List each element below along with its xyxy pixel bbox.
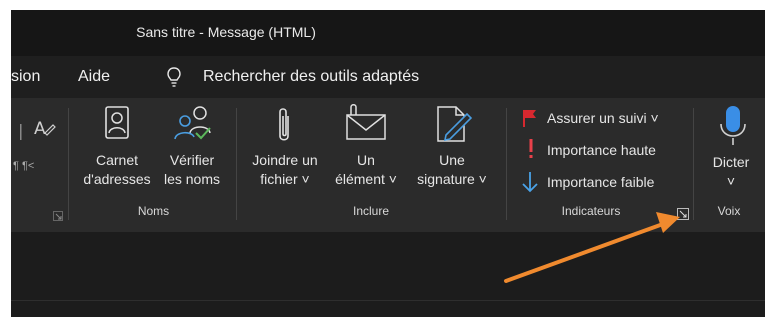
signature-label-1[interactable]: Une xyxy=(407,151,497,170)
address-book-icon[interactable] xyxy=(104,105,130,146)
title-bar: Sans titre - Message (HTML) xyxy=(11,10,765,56)
message-area xyxy=(11,232,765,317)
importance-high-button[interactable]: Importance haute xyxy=(547,142,656,158)
element-label-2[interactable]: élément ˅ xyxy=(327,170,405,189)
dialog-launcher-icon[interactable] xyxy=(53,208,63,226)
menu-item-aide[interactable]: Aide xyxy=(78,68,110,86)
ribbon-separator xyxy=(68,108,69,220)
partial-left-bar-icon xyxy=(20,122,24,147)
search-tools-box[interactable]: Rechercher des outils adaptés xyxy=(203,68,419,86)
microphone-icon[interactable] xyxy=(718,104,748,153)
dicter-label-2[interactable]: ˅ xyxy=(701,172,761,191)
dialog-launcher-icon[interactable] xyxy=(677,207,689,225)
paperclip-icon[interactable] xyxy=(273,106,295,151)
carnet-label-1[interactable]: Carnet xyxy=(77,151,157,170)
joindre-label-2[interactable]: fichier ˅ xyxy=(239,170,331,189)
down-arrow-icon[interactable] xyxy=(521,170,539,199)
exclamation-icon[interactable] xyxy=(526,138,536,165)
flag-icon[interactable] xyxy=(522,108,538,133)
signature-pen-icon[interactable] xyxy=(434,104,473,149)
check-names-icon[interactable] xyxy=(172,103,216,148)
verifier-label-1[interactable]: Vérifier xyxy=(156,151,228,170)
paragraph-marks[interactable]: ¶ ¶< xyxy=(13,160,34,172)
joindre-label-1[interactable]: Joindre un xyxy=(239,151,331,170)
verifier-label-2[interactable]: les noms xyxy=(156,170,228,189)
lightbulb-icon[interactable] xyxy=(166,66,182,93)
group-label-noms: Noms xyxy=(137,204,170,218)
ribbon-separator xyxy=(693,108,694,220)
signature-label-2[interactable]: signature ˅ xyxy=(407,170,497,189)
message-divider xyxy=(11,300,765,301)
menu-item-revision[interactable]: sion xyxy=(11,68,40,86)
group-label-inclure: Inclure xyxy=(352,204,390,218)
carnet-label-2[interactable]: d'adresses xyxy=(77,170,157,189)
flag-followup-button[interactable]: Assurer un suivi ˅ xyxy=(547,110,659,126)
group-label-indicateurs: Indicateurs xyxy=(561,204,621,218)
dicter-label-1[interactable]: Dicter xyxy=(701,153,761,172)
menu-bar: sion Aide Rechercher des outils adaptés xyxy=(11,56,765,98)
envelope-attach-icon[interactable] xyxy=(343,103,389,146)
importance-low-button[interactable]: Importance faible xyxy=(547,174,654,190)
group-label-voix: Voix xyxy=(717,204,741,218)
element-label-1[interactable]: Un xyxy=(327,151,405,170)
window-title: Sans titre - Message (HTML) xyxy=(136,24,316,40)
svg-text:A: A xyxy=(34,119,46,139)
outlook-window: Sans titre - Message (HTML) sion Aide Re… xyxy=(11,10,765,317)
format-painter-icon[interactable]: A xyxy=(33,116,57,145)
